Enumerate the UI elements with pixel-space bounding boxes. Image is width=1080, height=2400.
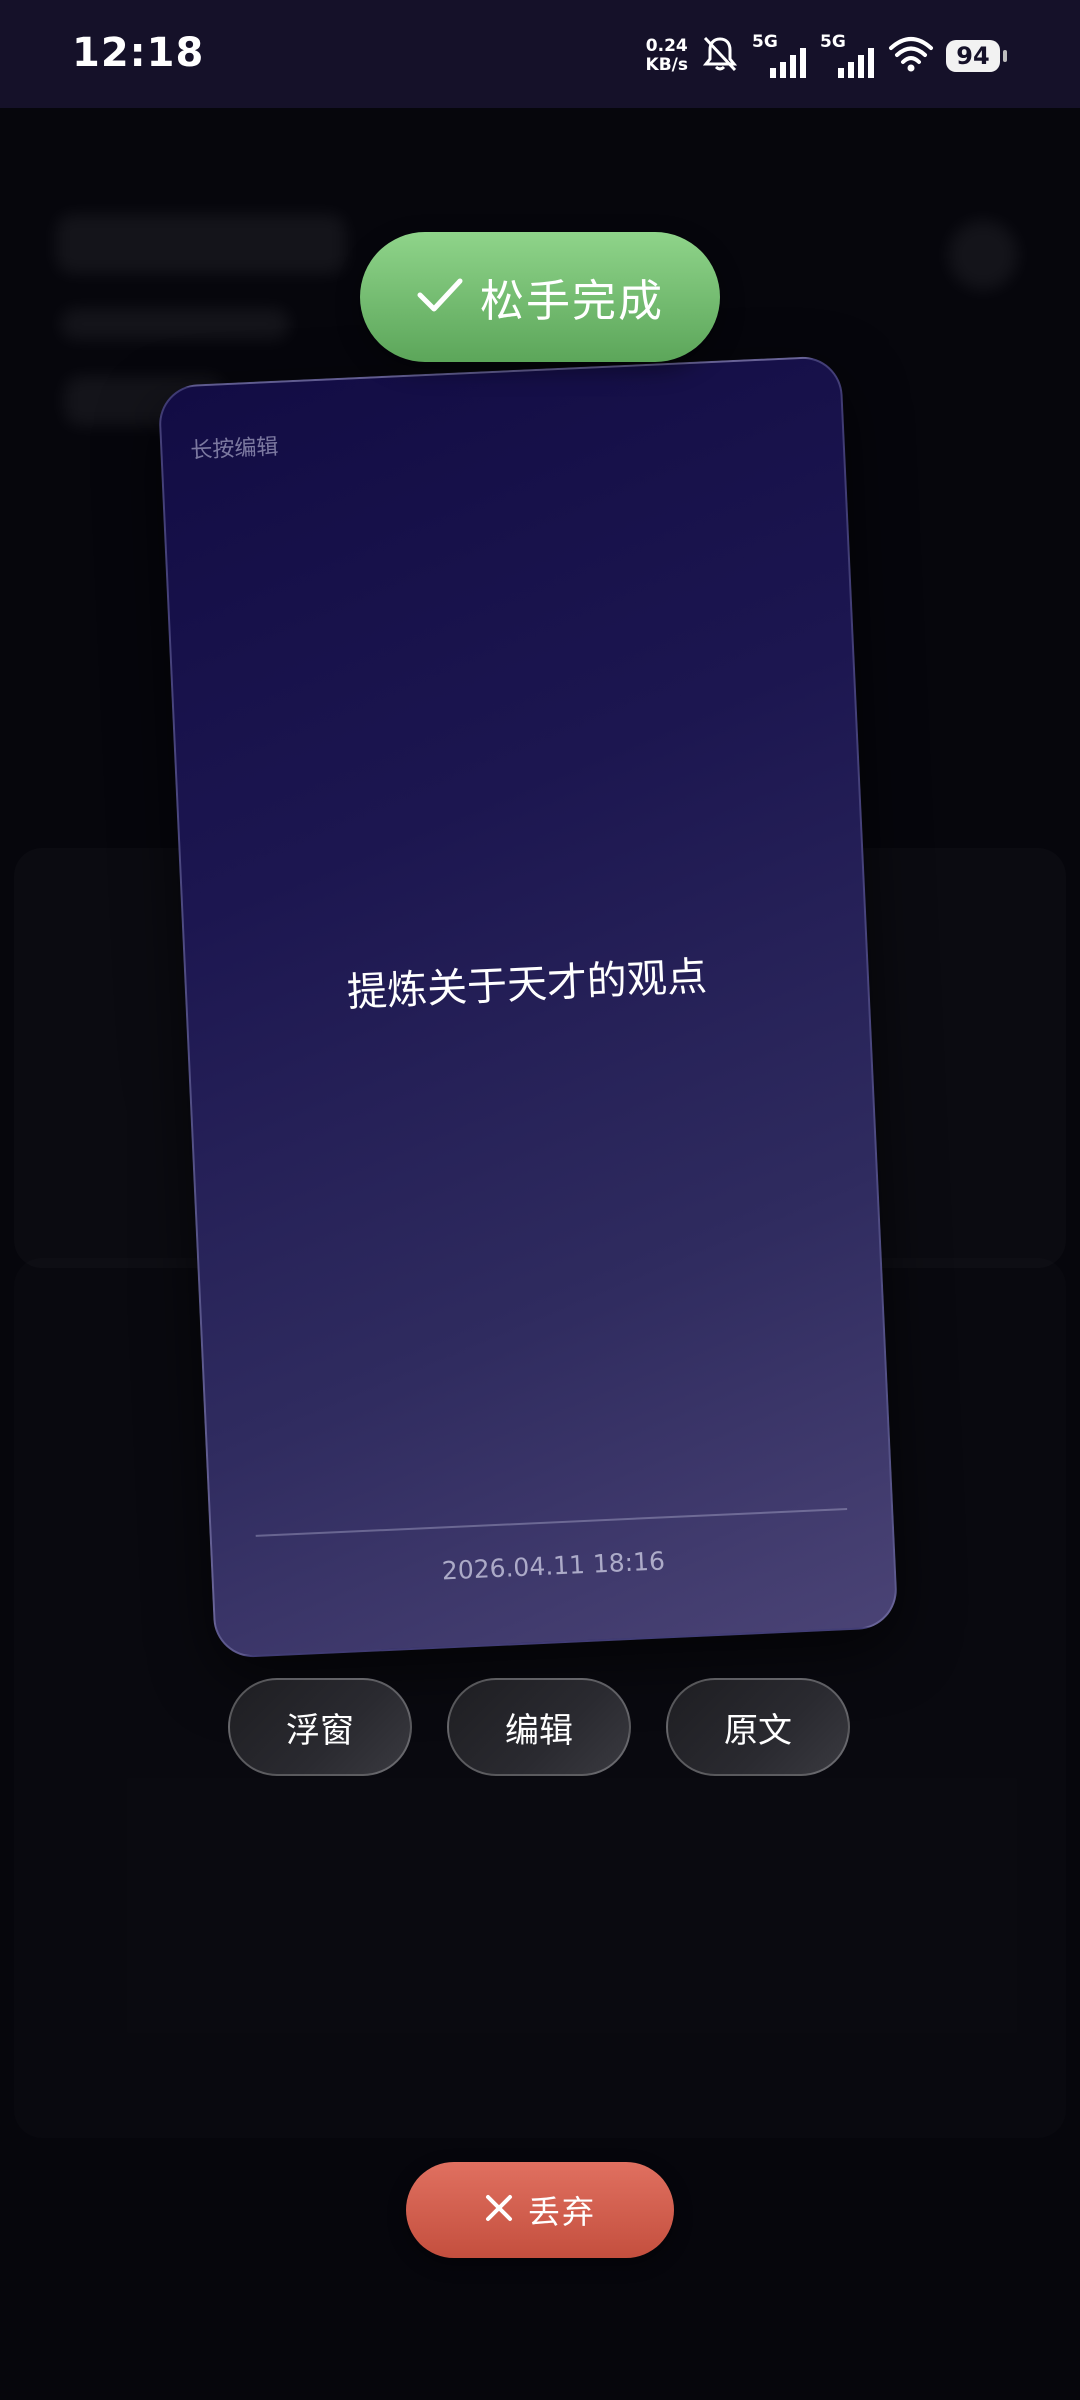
sim1-signal: 5G <box>752 32 808 78</box>
card-date: 2026.04.11 18:16 <box>441 1546 666 1586</box>
floating-window-button[interactable]: 浮窗 <box>228 1678 412 1776</box>
card-divider <box>255 1508 848 1537</box>
release-to-finish-indicator: 松手完成 <box>360 232 720 362</box>
signal-bars-icon <box>770 48 806 78</box>
network-speed-value: 0.24 <box>645 36 688 56</box>
discard-label: 丢弃 <box>527 2193 596 2231</box>
ghost-subtitle <box>60 308 290 340</box>
network-speed-unit: KB/s <box>645 55 688 75</box>
battery-indicator: 94 <box>946 40 1007 72</box>
signal-bars-icon <box>838 48 874 78</box>
original-text-button[interactable]: 原文 <box>666 1678 850 1776</box>
long-press-hint: 长按编辑 <box>189 434 279 464</box>
card-actions: 浮窗 编辑 原文 <box>228 1678 850 1778</box>
check-icon <box>416 275 464 319</box>
close-icon <box>484 2193 514 2227</box>
ghost-title <box>56 214 346 274</box>
card-content: 提炼关于天才的观点 <box>346 953 708 1017</box>
wifi-icon <box>888 36 934 76</box>
mute-bell-icon <box>700 34 740 78</box>
discard-button[interactable]: 丢弃 <box>406 2162 674 2258</box>
network-speed: 0.24 KB/s <box>646 37 688 75</box>
note-card[interactable]: 长按编辑 提炼关于天才的观点 2026.04.11 18:16 <box>157 355 899 1659</box>
status-time: 12:18 <box>72 30 205 76</box>
edit-button[interactable]: 编辑 <box>447 1678 631 1776</box>
ghost-avatar <box>948 220 1018 290</box>
sim2-signal: 5G <box>820 32 876 78</box>
status-bar: 12:18 0.24 KB/s 5G 5G 94 <box>0 0 1080 108</box>
release-to-finish-label: 松手完成 <box>480 276 664 327</box>
status-icons: 0.24 KB/s 5G 5G 94 <box>646 32 1007 78</box>
